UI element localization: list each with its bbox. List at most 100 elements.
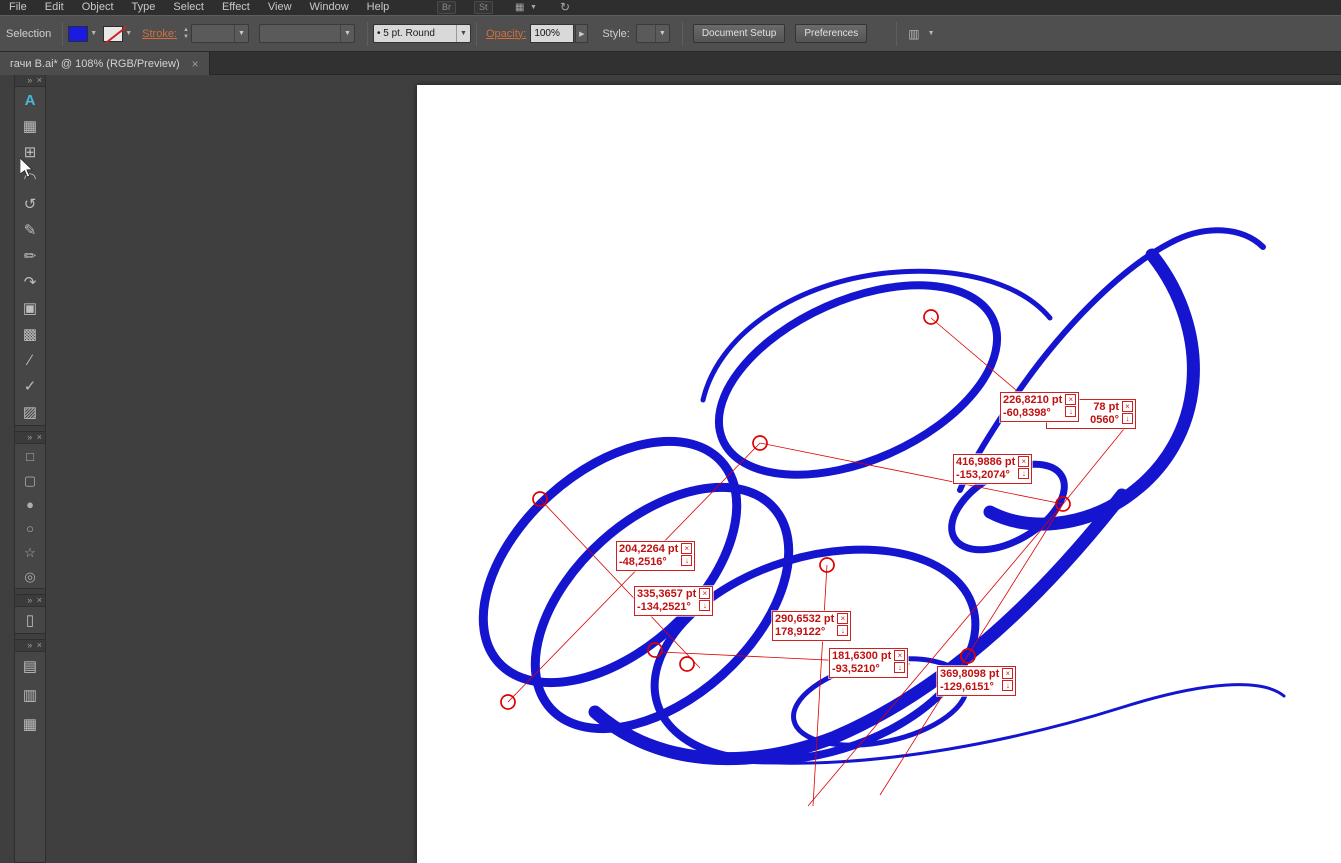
stroke-dropdown-icon[interactable]: ▼: [125, 30, 132, 37]
spiral-tool[interactable]: ◎: [15, 564, 45, 588]
slice-panel-3[interactable]: ▦: [15, 710, 45, 739]
measurement-label[interactable]: 290,6532 pt 178,9122° × ↓: [772, 611, 851, 641]
menu-item-type[interactable]: Type: [123, 0, 165, 15]
shear-tool[interactable]: ∕: [15, 347, 45, 373]
ellipse-tool[interactable]: ●: [15, 492, 45, 516]
collapse-panel-icon[interactable]: »: [27, 640, 33, 650]
preferences-button[interactable]: Preferences: [795, 24, 867, 43]
measurement-label[interactable]: 335,3657 pt -134,2521° × ↓: [634, 586, 713, 616]
arrange-documents-arrow-icon[interactable]: ▼: [530, 1, 537, 14]
fill-dropdown-icon[interactable]: ▼: [90, 30, 97, 37]
stroke-color-swatch[interactable]: [103, 26, 123, 42]
arrange-documents-icon[interactable]: ▦: [515, 1, 524, 14]
hatch-tool[interactable]: ▨: [15, 399, 45, 425]
measurement-label[interactable]: 369,8098 pt -129,6151° × ↓: [937, 666, 1016, 696]
collapse-panel-icon[interactable]: »: [27, 75, 33, 85]
measure-drop-icon[interactable]: ↓: [1122, 413, 1133, 424]
measure-close-icon[interactable]: ×: [1122, 401, 1133, 412]
opacity-arrow-icon[interactable]: ▶: [575, 24, 588, 43]
star-tool[interactable]: ☆: [15, 540, 45, 564]
measure-close-icon[interactable]: ×: [1002, 668, 1013, 679]
rotate-tool[interactable]: ↺: [15, 191, 45, 217]
rounded-rectangle-tool[interactable]: ▢: [15, 468, 45, 492]
rectangle-tool[interactable]: □: [15, 444, 45, 468]
fill-color-swatch[interactable]: [68, 26, 88, 42]
menu-item-file[interactable]: File: [0, 0, 36, 15]
circle-tool[interactable]: ○: [15, 516, 45, 540]
pencil-tool-icon: ✏: [24, 249, 37, 264]
stepper-down-icon[interactable]: ▼: [183, 34, 189, 41]
mesh-tool[interactable]: ▦: [15, 113, 45, 139]
menu-item-edit[interactable]: Edit: [36, 0, 73, 15]
artboard-tool[interactable]: ▯: [15, 607, 45, 633]
dropdown-arrow-icon[interactable]: ▼: [234, 25, 245, 42]
measurement-value: 335,3657 pt: [637, 588, 696, 601]
close-panel-icon[interactable]: ×: [37, 640, 43, 650]
close-panel-icon[interactable]: ×: [37, 595, 43, 605]
style-dropdown[interactable]: ▼: [636, 24, 670, 43]
panel-header[interactable]: » ×: [15, 640, 45, 652]
tab-close-icon[interactable]: ×: [192, 57, 199, 71]
dropdown-arrow-icon[interactable]: ▼: [655, 25, 666, 42]
measurement-label[interactable]: 181,6300 pt -93,5210° × ↓: [829, 648, 908, 678]
panel-options-icon[interactable]: ▥: [908, 27, 919, 41]
stepper-up-icon[interactable]: ▲: [183, 27, 189, 34]
dropdown-arrow-icon[interactable]: ▼: [456, 25, 467, 42]
dropdown-arrow-icon[interactable]: ▼: [340, 25, 351, 42]
measure-drop-icon[interactable]: ↓: [894, 662, 905, 673]
measure-close-icon[interactable]: ×: [894, 650, 905, 661]
measure-close-icon[interactable]: ×: [681, 543, 692, 554]
document-setup-button[interactable]: Document Setup: [693, 24, 786, 43]
close-panel-icon[interactable]: ×: [37, 75, 43, 85]
measure-close-icon[interactable]: ×: [837, 613, 848, 624]
collapse-panel-icon[interactable]: »: [27, 432, 33, 442]
measure-close-icon[interactable]: ×: [1065, 394, 1076, 405]
opacity-link[interactable]: Opacity:: [486, 28, 526, 40]
letter-artwork[interactable]: [438, 230, 1284, 797]
measure-drop-icon[interactable]: ↓: [837, 625, 848, 636]
rotate-view-icon[interactable]: ↻: [560, 1, 570, 14]
measure-close-icon[interactable]: ×: [1018, 456, 1029, 467]
stroke-weight-dropdown[interactable]: ▼: [191, 24, 249, 43]
panel-header[interactable]: » ×: [15, 595, 45, 607]
measure-drop-icon[interactable]: ↓: [1065, 406, 1076, 417]
gradient-tool[interactable]: ▩: [15, 321, 45, 347]
opacity-input[interactable]: [530, 24, 574, 43]
slice-panel-2[interactable]: ▥: [15, 681, 45, 710]
document-tab[interactable]: гачи B.ai* @ 108% (RGB/Preview) ×: [0, 52, 210, 75]
menu-item-window[interactable]: Window: [301, 0, 358, 15]
measure-drop-icon[interactable]: ↓: [681, 555, 692, 566]
measurement-label[interactable]: 204,2264 pt -48,2516° × ↓: [616, 541, 695, 571]
measure-drop-icon[interactable]: ↓: [1002, 680, 1013, 691]
slice-panel-1[interactable]: ▤: [15, 652, 45, 681]
pen-tool[interactable]: ✎: [15, 217, 45, 243]
panel-gap: [15, 588, 45, 595]
measurement-label[interactable]: 416,9886 pt -153,2074° × ↓: [953, 454, 1032, 484]
measure-check-tool[interactable]: ✓: [15, 373, 45, 399]
close-panel-icon[interactable]: ×: [37, 432, 43, 442]
measure-close-icon[interactable]: ×: [699, 588, 710, 599]
pencil-tool[interactable]: ✏: [15, 243, 45, 269]
measurement-label[interactable]: 226,8210 pt -60,8398° × ↓: [1000, 392, 1079, 422]
menu-item-select[interactable]: Select: [164, 0, 213, 15]
panel-options-arrow-icon[interactable]: ▼: [928, 30, 935, 37]
curvature-tool[interactable]: ↷: [15, 269, 45, 295]
stroke-weight-stepper[interactable]: ▲ ▼: [183, 27, 189, 41]
panel-header[interactable]: » ×: [15, 432, 45, 444]
type-tool[interactable]: A: [15, 87, 45, 113]
measure-drop-icon[interactable]: ↓: [1018, 468, 1029, 479]
menu-item-view[interactable]: View: [259, 0, 301, 15]
brush-dropdown[interactable]: • 5 pt. Round ▼: [373, 24, 471, 43]
collapse-panel-icon[interactable]: »: [27, 595, 33, 605]
menu-item-effect[interactable]: Effect: [213, 0, 259, 15]
br-button[interactable]: Br: [437, 1, 456, 14]
menu-item-object[interactable]: Object: [73, 0, 123, 15]
menu-item-help[interactable]: Help: [358, 0, 399, 15]
variable-width-dropdown[interactable]: ▼: [259, 24, 355, 43]
stroke-link[interactable]: Stroke:: [142, 28, 177, 40]
measure-drop-icon[interactable]: ↓: [699, 600, 710, 611]
document-tab-bar: гачи B.ai* @ 108% (RGB/Preview) ×: [0, 52, 1341, 75]
panel-header[interactable]: » ×: [15, 75, 45, 87]
frame-tool[interactable]: ▣: [15, 295, 45, 321]
st-button[interactable]: St: [474, 1, 493, 14]
